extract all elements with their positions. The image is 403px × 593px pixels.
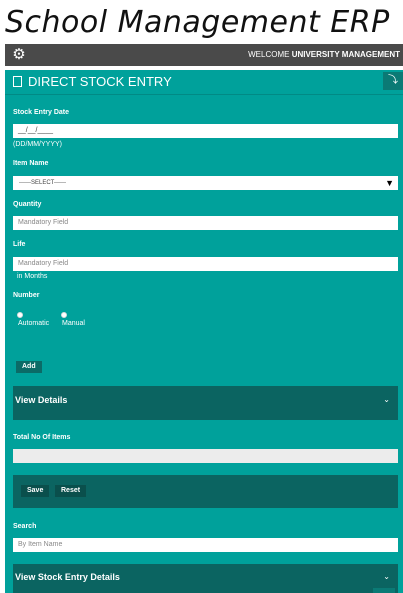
welcome-user: UNIVERSITY MANAGEMENT bbox=[291, 50, 400, 59]
chevron-down-icon: ⌄ bbox=[383, 395, 390, 404]
view-stock-entry-details-label: View Stock Entry Details bbox=[15, 572, 120, 582]
panel-square-icon bbox=[13, 76, 22, 87]
view-details-label: View Details bbox=[15, 395, 68, 405]
total-items-label: Total No Of Items bbox=[13, 434, 71, 441]
add-button[interactable]: Add bbox=[16, 361, 42, 373]
item-name-label: Item Name bbox=[13, 160, 49, 167]
quantity-label: Quantity bbox=[13, 201, 42, 208]
date-format-hint: (DD/MM/YYYY) bbox=[13, 141, 62, 148]
gear-icon[interactable]: ⚙ bbox=[11, 47, 27, 63]
radio-manual[interactable] bbox=[61, 312, 67, 318]
welcome-prefix: WELCOME bbox=[248, 50, 290, 59]
panel-title: DIRECT STOCK ENTRY bbox=[13, 70, 172, 94]
search-input[interactable]: By Item Name bbox=[13, 538, 398, 552]
welcome-text: WELCOME UNIVERSITY MANAGEMENT bbox=[248, 44, 400, 66]
stock-entry-date-label: Stock Entry Date bbox=[13, 109, 70, 116]
top-bar: ⚙ WELCOME UNIVERSITY MANAGEMENT bbox=[5, 44, 403, 66]
save-button[interactable]: Save bbox=[21, 485, 50, 497]
radio-automatic-label: Automatic bbox=[18, 320, 50, 327]
panel-title-text: DIRECT STOCK ENTRY bbox=[28, 74, 172, 89]
reset-button[interactable]: Reset bbox=[55, 485, 87, 497]
quantity-input[interactable]: Mandatory Field bbox=[13, 216, 398, 230]
total-items-field bbox=[13, 449, 398, 463]
item-name-selected: ------SELECT------ bbox=[19, 180, 66, 186]
partial-button[interactable] bbox=[373, 588, 395, 593]
direct-stock-entry-panel: DIRECT STOCK ENTRY ⤵ Stock Entry Date __… bbox=[5, 70, 403, 593]
number-label: Number bbox=[13, 292, 40, 299]
radio-manual-label: Manual bbox=[62, 320, 85, 327]
search-label: Search bbox=[13, 523, 37, 530]
life-input[interactable]: Mandatory Field bbox=[13, 257, 398, 271]
item-name-select[interactable]: ------SELECT------ ▼ bbox=[13, 176, 398, 190]
radio-automatic[interactable] bbox=[17, 312, 23, 318]
chevron-down-icon: ⌄ bbox=[383, 572, 390, 581]
app-title: School Management ERP bbox=[5, 5, 390, 40]
actions-bar: Save Reset bbox=[13, 475, 398, 508]
view-stock-entry-details-bar[interactable]: View Stock Entry Details ⌄ bbox=[13, 564, 398, 593]
view-details-bar[interactable]: View Details ⌄ bbox=[13, 386, 398, 420]
life-label: Life bbox=[13, 241, 26, 248]
life-unit-hint: in Months bbox=[17, 273, 48, 280]
panel-header: DIRECT STOCK ENTRY ⤵ bbox=[5, 70, 403, 95]
stock-entry-date-input[interactable]: __/__/____ bbox=[13, 124, 398, 138]
panel-toggle-icon[interactable]: ⤵ bbox=[383, 72, 403, 90]
dropdown-arrow-icon: ▼ bbox=[385, 178, 394, 188]
